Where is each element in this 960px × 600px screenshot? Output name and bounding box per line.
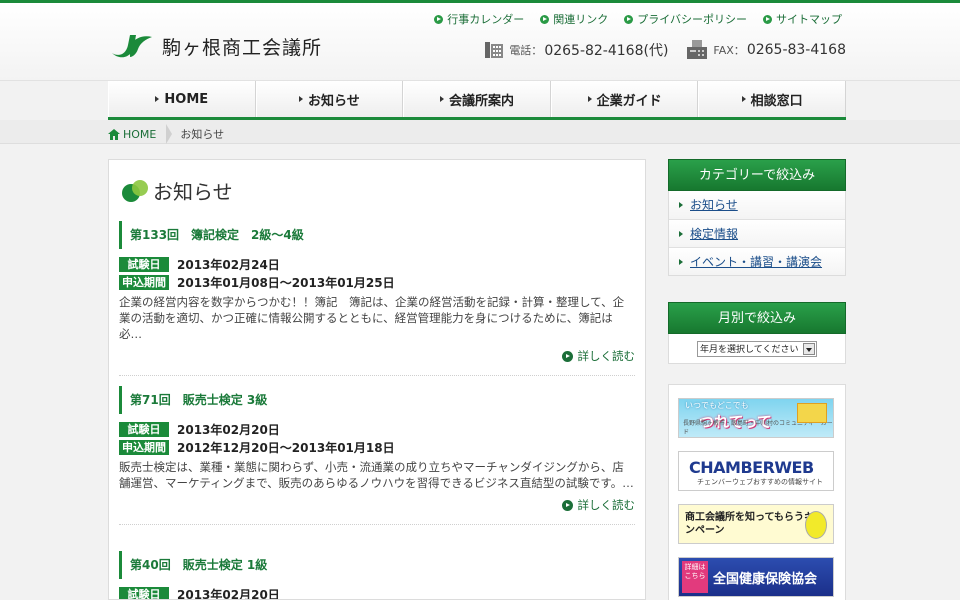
nav-company-guide[interactable]: 企業ガイド [550,81,699,117]
arrow-right-icon [587,96,592,102]
month-select[interactable]: 年月を選択してください [697,340,817,357]
post-divider [119,375,635,376]
arrow-right-icon [741,96,746,102]
month-filter-box: 年月を選択してください [668,334,846,364]
arrow-right-icon [439,96,444,102]
breadcrumb: HOME お知らせ [0,120,960,144]
site-logo[interactable]: 駒ヶ根商工会議所 [108,31,322,61]
page-heading: お知らせ [121,176,233,205]
utility-links: 行事カレンダー 関連リンク プライバシーポリシー サイトマップ [434,11,842,27]
main-content: お知らせ 第133回 簿記検定 2級～4級 試験日 2013年02月24日 申込… [108,159,646,600]
chevron-down-icon [803,342,815,355]
apply-period: 2012年12月20日～2013年01月18日 [177,440,395,455]
banner-chamberweb[interactable]: CHAMBERWEB チェンバーウェブおすすめの情報サイト [678,451,834,491]
circles-icon [122,179,148,202]
post-title-link[interactable]: 第71回 販売士検定 3級 [119,386,635,414]
category-list: お知らせ 検定情報 イベント・講習・講演会 [668,191,846,276]
arrow-circle-icon [763,14,772,24]
banner-campaign[interactable]: 商工会議所を知ってもらうキャンペーン [678,504,834,544]
post-title-link[interactable]: 第133回 簿記検定 2級～4級 [119,221,635,249]
arrow-right-icon [679,202,683,208]
exam-date-row: 試験日 2013年02月20日 [119,586,635,600]
breadcrumb-separator [166,124,173,144]
category-item-events[interactable]: イベント・講習・講演会 [669,247,845,275]
read-more-link[interactable]: 詳しく読む [119,348,635,364]
tel-number: 0265-82-4168(代) [544,43,669,59]
arrow-right-icon [155,96,160,102]
sidebar: カテゴリーで絞込み お知らせ 検定情報 イベント・講習・講演会 月別で絞込み 年… [668,159,846,600]
post-excerpt: 企業の経営内容を数字からつかむ！！簿記 簿記は、企業の経営活動を記録・計算・整理… [119,295,625,341]
exam-date-row: 試験日 2013年02月20日 [119,421,635,437]
banner-area: いつでもどこでも つれてって 長野県駒ヶ根市・飯島町・中川村のコミュニティーカー… [668,384,846,600]
site-name: 駒ヶ根商工会議所 [162,36,323,59]
apply-period: 2013年01月08日～2013年01月25日 [177,275,395,290]
card-icon [797,403,827,423]
tel-label: 電話： [509,44,543,57]
logo-mark-icon [112,35,152,58]
nav-about[interactable]: 会議所案内 [403,81,551,117]
exam-date-badge: 試験日 [119,256,169,272]
arrow-right-icon [679,258,683,265]
nav-home[interactable]: HOME [108,81,256,117]
read-more-link[interactable]: 詳しく読む [119,497,635,513]
fax-icon [687,40,708,59]
post-divider [119,524,635,525]
category-item-news[interactable]: お知らせ [669,191,845,219]
breadcrumb-home[interactable]: HOME [108,128,156,141]
month-filter-heading: 月別で絞込み [668,302,846,334]
post-item: 第71回 販売士検定 3級 試験日 2013年02月20日 申込期間 2012年… [119,386,635,525]
banner-tsuretette[interactable]: いつでもどこでも つれてって 長野県駒ヶ根市・飯島町・中川村のコミュニティーカー… [678,398,834,438]
fax-number: 0265-83-4168 [746,42,846,58]
page-title: お知らせ [153,180,233,204]
site-header: 駒ヶ根商工会議所 行事カレンダー 関連リンク プライバシーポリシー サイトマップ… [0,3,960,81]
nav-news[interactable]: お知らせ [255,81,404,117]
post-item: 第133回 簿記検定 2級～4級 試験日 2013年02月24日 申込期間 20… [119,221,635,376]
arrow-circle-icon [540,14,550,24]
nav-consultation[interactable]: 相談窓口 [698,81,846,117]
apply-period-badge: 申込期間 [119,274,169,290]
util-link-sitemap[interactable]: サイトマップ [763,11,842,27]
exam-date-row: 試験日 2013年02月24日 [119,256,635,272]
fax-label: FAX： [713,44,745,57]
exam-date: 2013年02月20日 [177,422,280,437]
contact-info: 電話： 0265-82-4168(代) FAX： 0265-83-4168 [484,39,846,61]
category-filter-heading: カテゴリーで絞込み [668,159,846,191]
exam-date-badge: 試験日 [119,586,169,599]
util-link-related[interactable]: 関連リンク [540,11,608,27]
arrow-circle-icon [561,499,573,511]
arrow-circle-icon [624,14,634,24]
breadcrumb-current: お知らせ [180,128,225,141]
mascot-icon [805,511,827,539]
apply-period-row: 申込期間 2013年01月08日～2013年01月25日 [119,274,635,290]
util-link-calendar[interactable]: 行事カレンダー [434,11,524,27]
post-item: 第40回 販売士検定 1級 試験日 2013年02月20日 [119,551,635,600]
apply-period-badge: 申込期間 [119,439,169,455]
arrow-right-icon [299,96,304,102]
post-excerpt: 販売士検定は、業種・業態に関わらず、小売・流通業の成り立ちやマーチャンダイジング… [119,460,634,490]
util-link-privacy[interactable]: プライバシーポリシー [624,11,747,27]
phone-icon [485,42,504,58]
apply-period-row: 申込期間 2012年12月20日～2013年01月18日 [119,439,635,455]
arrow-circle-icon [434,14,444,24]
home-icon [108,128,120,140]
exam-date-badge: 試験日 [119,421,169,437]
arrow-right-icon [679,230,683,237]
category-item-exams[interactable]: 検定情報 [669,219,845,247]
global-nav: HOME お知らせ 会議所案内 企業ガイド 相談窓口 [108,81,846,120]
arrow-circle-icon [561,350,573,362]
exam-date: 2013年02月24日 [177,257,280,272]
post-title-link[interactable]: 第40回 販売士検定 1級 [119,551,635,579]
exam-date: 2013年02月20日 [177,587,280,600]
banner-kyoukai-kenpo[interactable]: 詳細はこちら 全国健康保険協会 [678,557,834,597]
